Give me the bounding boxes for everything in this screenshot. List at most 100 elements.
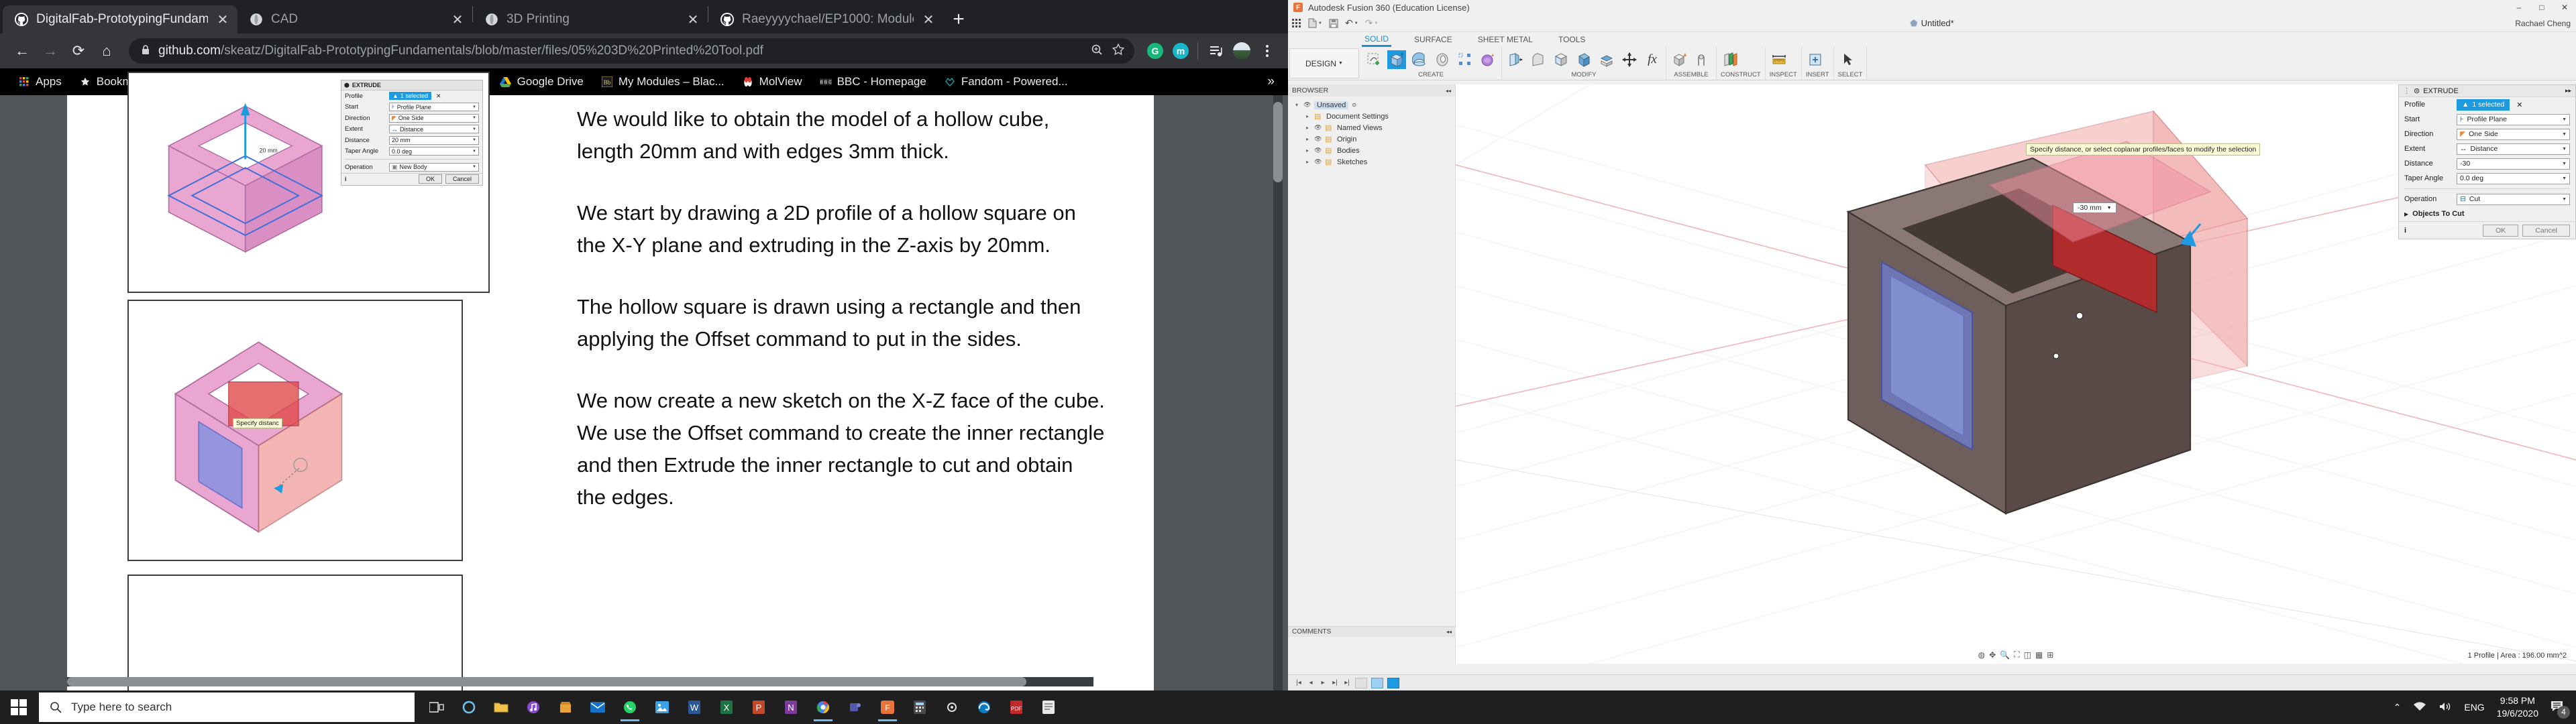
bookmark-apps[interactable]: Apps (9, 72, 70, 92)
whatsapp-icon[interactable] (614, 692, 645, 723)
fusion-3d-canvas[interactable]: Specify distance, or select coplanar pro… (1456, 84, 2576, 664)
browser-node-document-settings[interactable]: ▸ ▤ Document Settings (1291, 111, 1452, 122)
ribbon-group-label[interactable]: CREATE (1364, 71, 1497, 80)
clear-selection-icon[interactable]: ✕ (2516, 101, 2522, 109)
chevron-down-icon[interactable]: ▾ (1293, 102, 1300, 108)
pdf-vertical-scrollbar-thumb[interactable] (1273, 102, 1283, 182)
excel-icon[interactable]: X (711, 692, 742, 723)
clear-selection-icon[interactable]: ✕ (436, 93, 441, 100)
bookmark-bbc[interactable]: BBC BBC - Homepage (811, 72, 935, 92)
offset-plane-icon[interactable] (1721, 50, 1739, 69)
comments-collapse-icon[interactable]: ◂◂ (1446, 629, 1452, 635)
network-icon[interactable] (2413, 701, 2426, 714)
distance-input[interactable]: -30 ▼ (2457, 158, 2570, 170)
timeline-feature-extrude-2[interactable] (1387, 677, 1399, 688)
cancel-button[interactable]: Cancel (2522, 224, 2570, 237)
pan-icon[interactable]: ✥ (1989, 650, 1996, 660)
clock[interactable]: 9:58 PM 19/6/2020 (2497, 695, 2538, 720)
browser-node-origin[interactable]: ▸ 👁 ▤ Origin (1291, 133, 1452, 145)
ribbon-group-label[interactable]: MODIFY (1506, 71, 1662, 80)
close-icon[interactable]: ✕ (215, 11, 231, 28)
shell-icon[interactable] (1552, 50, 1570, 69)
dimension-input-box[interactable]: -30 mm ▼ (2073, 202, 2116, 213)
onenote-icon[interactable]: N (775, 692, 806, 723)
distance-input[interactable]: 20 mm ▼ (389, 135, 479, 145)
dialog-expand-icon[interactable]: ▸▸ (2565, 87, 2571, 95)
browser-tab-1[interactable]: DigitalFab-PrototypingFundamen ✕ (3, 5, 237, 34)
grammarly-extension-icon[interactable]: G (1144, 40, 1167, 62)
timeline-feature-sketch[interactable] (1355, 677, 1367, 688)
ok-button[interactable]: OK (2483, 224, 2519, 237)
avatar[interactable] (1230, 40, 1253, 62)
close-icon[interactable]: ✕ (685, 11, 701, 28)
cortana-icon[interactable] (453, 692, 484, 723)
extent-select[interactable]: ↔ Distance ▼ (389, 125, 479, 134)
joint-icon[interactable] (1693, 50, 1712, 69)
address-bar[interactable]: github.com/skeatz/DigitalFab-Prototyping… (129, 38, 1134, 64)
bookmark-google-drive[interactable]: Google Drive (491, 72, 592, 92)
start-button[interactable] (0, 690, 38, 724)
new-tab-button[interactable]: + (943, 5, 974, 34)
taper-angle-input[interactable]: 0.0 deg ▼ (389, 147, 479, 156)
visibility-icon[interactable]: 👁 (1314, 124, 1322, 131)
ribbon-group-label[interactable]: INSPECT (1770, 71, 1797, 80)
teams-icon[interactable] (840, 692, 871, 723)
browser-tab-4[interactable]: Raeyyyychael/EP1000: Module W ✕ (708, 5, 943, 34)
change-parameters-icon[interactable]: fx (1643, 50, 1662, 69)
search-input[interactable]: Type here to search (39, 692, 415, 722)
pattern-icon[interactable] (1456, 50, 1474, 69)
close-icon[interactable]: ✕ (920, 11, 936, 28)
chevron-right-icon[interactable]: ▸ (1304, 125, 1311, 131)
display-settings-icon[interactable]: ◫ (2024, 650, 2031, 660)
combine-icon[interactable] (1597, 50, 1616, 69)
timeline-play-icon[interactable]: ▸ (1319, 679, 1327, 686)
browser-tab-2[interactable]: CAD ✕ (237, 5, 472, 34)
insert-derive-icon[interactable] (1806, 50, 1825, 69)
powerpoint-icon[interactable]: P (743, 692, 774, 723)
operation-select[interactable]: ⊟ Cut ▼ (2457, 193, 2570, 205)
info-icon[interactable]: i (345, 176, 347, 182)
folder-icon[interactable] (486, 692, 517, 723)
pdf-icon[interactable]: PDF (1001, 692, 1032, 723)
word-icon[interactable]: W (679, 692, 710, 723)
settings-icon[interactable]: ⊙ (1352, 102, 1356, 108)
new-file-icon[interactable]: ▼ (1308, 18, 1322, 28)
notepad-icon[interactable] (1033, 692, 1064, 723)
tab-surface[interactable]: SURFACE (1411, 34, 1455, 46)
fillet-icon[interactable] (1529, 50, 1548, 69)
close-icon[interactable]: ✕ (449, 11, 466, 28)
ribbon-group-label[interactable]: CONSTRUCT (1721, 71, 1761, 80)
zoom-icon[interactable] (1090, 43, 1104, 60)
browser-node-sketches[interactable]: ▸ 👁 ▤ Sketches (1291, 156, 1452, 168)
grid-settings-icon[interactable]: ▦ (2035, 650, 2043, 660)
visibility-icon[interactable]: 👁 (1303, 101, 1311, 109)
notifications-button[interactable]: 4 (2551, 700, 2570, 719)
chevron-right-icon[interactable]: ▸ (1304, 147, 1311, 154)
comments-panel[interactable]: COMMENTS ◂◂ (1288, 626, 1456, 637)
reload-icon[interactable]: ⟳ (66, 38, 91, 64)
task-view-icon[interactable] (421, 692, 452, 723)
chevron-right-icon[interactable]: ▶ (2404, 211, 2408, 217)
move-copy-icon[interactable] (1620, 50, 1639, 69)
mail-icon[interactable] (582, 692, 613, 723)
timeline-prev-icon[interactable]: ◂ (1307, 679, 1315, 686)
start-select[interactable]: ⊦ Profile Plane ▼ (389, 103, 479, 112)
bookmark-molview[interactable]: MolView (733, 72, 811, 92)
timeline-feature-extrude-1[interactable] (1371, 677, 1383, 688)
pdf-horizontal-scrollbar-thumb[interactable] (67, 677, 1026, 686)
collapse-icon[interactable]: ⊜ (2414, 86, 2420, 95)
cancel-button[interactable]: Cancel (445, 174, 479, 184)
timeline-next-icon[interactable]: ▸| (1331, 679, 1339, 686)
mendeley-extension-icon[interactable]: m (1169, 40, 1192, 62)
playlist-icon[interactable] (1205, 40, 1228, 62)
settings-icon[interactable] (936, 692, 967, 723)
tab-tools[interactable]: TOOLS (1556, 34, 1588, 46)
ribbon-group-label[interactable]: SELECT (1838, 71, 1863, 80)
maximize-button[interactable]: □ (2530, 0, 2553, 15)
edge-icon[interactable] (969, 692, 1000, 723)
tray-expand-icon[interactable]: ⌃ (2394, 702, 2402, 713)
sweep-icon[interactable] (1433, 50, 1452, 69)
info-icon[interactable]: i (2404, 227, 2406, 235)
new-component-icon[interactable] (1670, 50, 1689, 69)
new-sketch-icon[interactable] (1364, 50, 1383, 69)
